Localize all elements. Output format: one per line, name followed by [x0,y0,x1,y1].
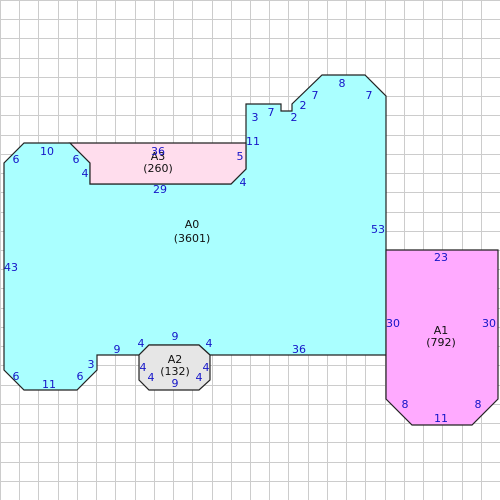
edge-label-a0-left-side: 43 [4,261,18,274]
edge-label-a1-left: 30 [386,317,400,330]
edge-label-a0-top-right: 8 [339,77,346,90]
edge-label-a0-step-rise: 11 [246,135,260,148]
edge-label-a2-left: 4 [140,361,147,374]
edge-label-a0-upper-left-diag: 6 [13,153,20,166]
edge-label-a2-top-right: 4 [206,337,213,350]
edge-label-a1-top: 23 [434,251,448,264]
edge-label-a0-notch-floor: 29 [153,183,167,196]
edge-label-a0-lower-left-diag: 6 [13,370,20,383]
region-a3-area: (260) [143,162,173,175]
edge-label-a0-top-diag: 7 [312,89,319,102]
edge-label-a0-small-top-b: 7 [268,106,275,119]
edge-label-a1-right: 30 [482,317,496,330]
edge-label-a3-right: 5 [237,150,244,163]
floorplan-diagram: A0 (3601) A3 (260) A2 (132) A1 (792) 6 1… [0,0,500,500]
edge-label-a0-bottom-left: 11 [42,378,56,391]
edge-label-a0-small-top-a: 3 [252,111,259,124]
region-a0-name: A0 [185,218,200,231]
edge-label-a1-bottom: 11 [434,412,448,425]
edge-label-a2-bottom-right: 4 [196,371,203,384]
edge-label-a2-top: 9 [172,330,179,343]
edge-label-a0-top-left: 10 [40,145,54,158]
edge-label-a0-notch-drop: 4 [82,167,89,180]
edge-label-a0-right-side: 53 [371,223,385,236]
edge-label-a1-bottom-left: 8 [402,398,409,411]
region-a1-area: (792) [426,336,456,349]
edge-label-a2-bottom: 9 [172,377,179,390]
edge-label-a2-right: 4 [203,361,210,374]
edge-label-a0-notch-diag: 6 [73,153,80,166]
edge-label-a3-top: 36 [151,145,165,158]
edge-label-a0-shelf: 9 [114,343,121,356]
edge-label-a0-tab-drop: 2 [291,111,298,124]
edge-label-a0-right-diag: 7 [366,89,373,102]
edge-label-a0-small-rise: 3 [88,358,95,371]
edge-label-a2-top-left: 4 [138,337,145,350]
edge-label-a2-bottom-left: 4 [148,371,155,384]
edge-label-a0-right-step-diag: 4 [240,176,247,189]
edge-label-a0-lower-right-diag: 6 [77,370,84,383]
edge-label-a1-bottom-right: 8 [475,398,482,411]
edge-label-a0-bottom-right: 36 [292,343,306,356]
edge-label-a0-tab-rise: 2 [300,99,307,112]
region-a0-area: (3601) [174,232,211,245]
